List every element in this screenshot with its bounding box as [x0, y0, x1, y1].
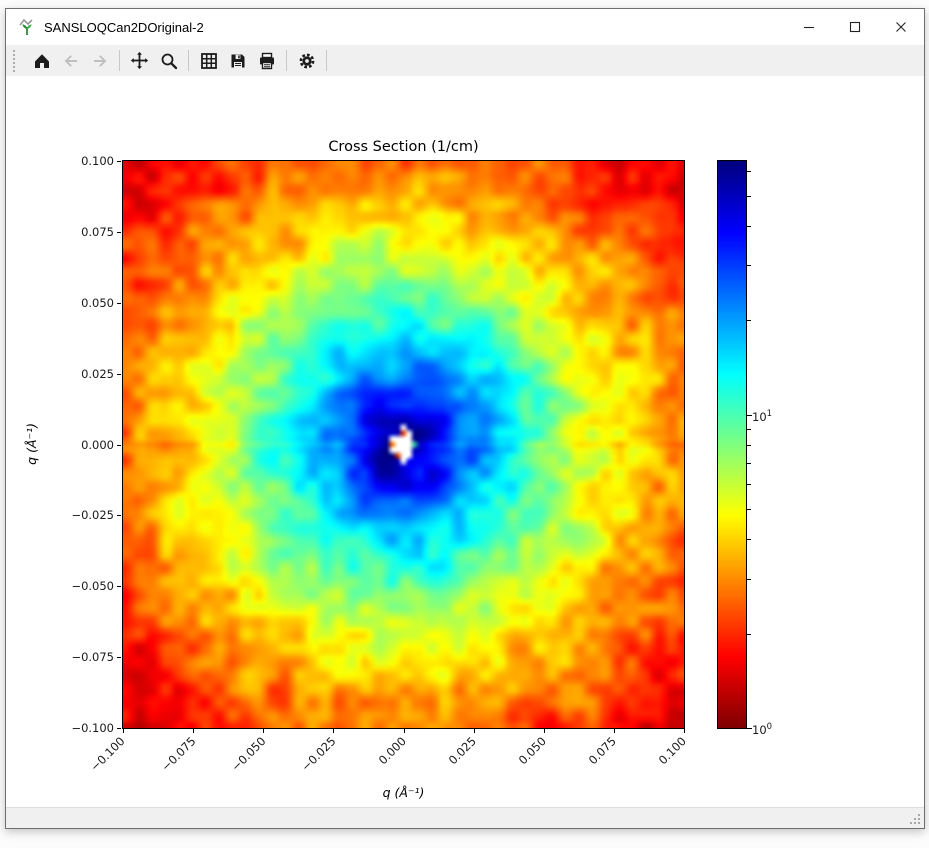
colorbar-minor-tick — [747, 484, 751, 485]
toolbar-separator — [188, 50, 189, 71]
x-tick-label: 0.100 — [656, 734, 689, 767]
x-tick-mark — [474, 729, 475, 733]
x-tick-label: −0.025 — [298, 734, 338, 774]
minimize-icon — [803, 21, 815, 33]
toolbar-separator — [119, 50, 120, 71]
toolbar-grid-button[interactable] — [194, 47, 223, 74]
x-tick-label: 0.075 — [586, 734, 619, 767]
x-tick-label: −0.075 — [158, 734, 198, 774]
x-tick-mark — [544, 729, 545, 733]
y-tick-label: 0.075 — [34, 225, 114, 239]
app-window-icon — [18, 18, 36, 36]
y-tick-mark — [117, 303, 121, 304]
y-tick-label: −0.100 — [34, 721, 114, 735]
window-controls — [786, 9, 924, 45]
y-tick-mark — [117, 728, 121, 729]
maximize-button[interactable] — [832, 9, 878, 45]
colorbar — [717, 160, 747, 729]
y-tick-mark — [117, 232, 121, 233]
y-tick-label: 0.025 — [34, 367, 114, 381]
colorbar-minor-tick — [747, 539, 751, 540]
colorbar-tick-label: 100 — [752, 720, 772, 734]
x-tick-label: 0.050 — [516, 734, 549, 767]
y-tick-label: 0.050 — [34, 296, 114, 310]
toolbar-zoom-button[interactable] — [154, 47, 183, 74]
toolbar-drag-handle[interactable] — [13, 50, 20, 72]
x-tick-mark — [123, 729, 124, 733]
gear-icon — [298, 52, 316, 70]
toolbar-back-button[interactable] — [56, 47, 85, 74]
colorbar-minor-tick — [747, 463, 751, 464]
y-tick-label: 0.100 — [34, 154, 114, 168]
y-tick-label: −0.025 — [34, 508, 114, 522]
plot-axes — [122, 160, 685, 729]
resize-grip-icon[interactable] — [908, 812, 921, 825]
colorbar-minor-tick — [747, 265, 751, 266]
x-tick-mark — [193, 729, 194, 733]
maximize-icon — [849, 21, 861, 33]
save-icon — [229, 52, 247, 70]
y-tick-mark — [117, 586, 121, 587]
close-icon — [895, 21, 907, 33]
y-tick-label: −0.050 — [34, 579, 114, 593]
toolbar-separator — [286, 50, 287, 71]
toolbar-home-button[interactable] — [27, 47, 56, 74]
x-tick-label: −0.100 — [88, 734, 128, 774]
x-tick-label: 0.000 — [375, 734, 408, 767]
y-tick-label: 0.000 — [34, 438, 114, 452]
x-tick-mark — [404, 729, 405, 733]
colorbar-minor-tick — [747, 445, 751, 446]
close-button[interactable] — [878, 9, 924, 45]
arrow-forward-icon — [91, 52, 109, 70]
minimize-button[interactable] — [786, 9, 832, 45]
colorbar-minor-tick — [747, 634, 751, 635]
heatmap-canvas[interactable] — [123, 161, 684, 728]
y-tick-mark — [117, 515, 121, 516]
colorbar-canvas — [718, 161, 746, 728]
colorbar-minor-tick — [747, 320, 751, 321]
y-tick-mark — [117, 374, 121, 375]
x-tick-label: −0.050 — [228, 734, 268, 774]
y-tick-mark — [117, 657, 121, 658]
figure-canvas-area: Cross Section (1/cm) q (Å⁻¹) q (Å⁻¹) −0.… — [6, 76, 924, 808]
window-title: SANSLOQCan2DOriginal-2 — [44, 20, 204, 35]
toolbar-save-button[interactable] — [223, 47, 252, 74]
arrow-back-icon — [62, 52, 80, 70]
toolbar-pan-button[interactable] — [125, 47, 154, 74]
colorbar-minor-tick — [747, 579, 751, 580]
pan-icon — [130, 51, 149, 70]
colorbar-minor-tick — [747, 429, 751, 430]
plot-window: SANSLOQCan2DOriginal-2 — [5, 8, 925, 829]
zoom-icon — [160, 52, 178, 70]
toolbar-forward-button[interactable] — [85, 47, 114, 74]
status-bar — [6, 807, 924, 828]
toolbar-options-button[interactable] — [292, 47, 321, 74]
x-tick-mark — [684, 729, 685, 733]
x-tick-label: 0.025 — [445, 734, 478, 767]
colorbar-minor-tick — [747, 509, 751, 510]
toolbar-print-button[interactable] — [252, 47, 281, 74]
colorbar-minor-tick — [747, 196, 751, 197]
toolbar-separator — [326, 50, 327, 71]
plot-toolbar — [6, 45, 924, 77]
grid-icon — [200, 52, 218, 70]
colorbar-minor-tick — [747, 171, 751, 172]
y-tick-label: −0.075 — [34, 650, 114, 664]
x-tick-mark — [614, 729, 615, 733]
x-tick-mark — [333, 729, 334, 733]
colorbar-minor-tick — [747, 226, 751, 227]
x-tick-mark — [263, 729, 264, 733]
title-bar[interactable]: SANSLOQCan2DOriginal-2 — [6, 9, 924, 45]
plot-title: Cross Section (1/cm) — [122, 139, 685, 155]
x-axis-label: q (Å⁻¹) — [122, 785, 685, 800]
colorbar-tick-label: 101 — [752, 407, 772, 421]
print-icon — [258, 52, 276, 70]
y-tick-mark — [117, 445, 121, 446]
home-icon — [33, 52, 51, 70]
y-tick-mark — [117, 161, 121, 162]
